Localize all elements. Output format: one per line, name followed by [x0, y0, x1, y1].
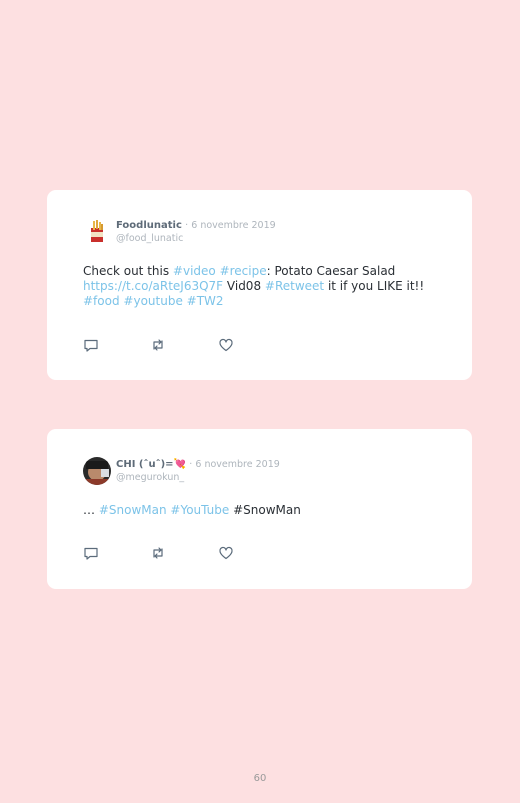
- tweet-date[interactable]: 6 novembre 2019: [195, 459, 279, 470]
- hashtag-link[interactable]: #food: [83, 294, 120, 308]
- hashtag-link[interactable]: #SnowMan: [99, 503, 167, 517]
- date-separator: ·: [185, 220, 189, 231]
- author-handle[interactable]: @food_lunatic: [116, 232, 276, 245]
- page-number: 60: [253, 773, 267, 784]
- tweet-meta: CHI (ˆuˆ)=💘 · 6 novembre 2019 @megurokun…: [116, 458, 280, 484]
- tweet-text: Check out this #video #recipe: Potato Ca…: [83, 264, 443, 309]
- tweet-text: … #SnowMan #YouTube #SnowMan: [83, 503, 443, 518]
- tweet-date[interactable]: 6 novembre 2019: [191, 220, 275, 231]
- tweet-text-segment: Check out this: [83, 264, 173, 278]
- author-name[interactable]: CHI (ˆuˆ)=💘: [116, 459, 186, 470]
- url-link[interactable]: https://t.co/aRteJ63Q7F: [83, 279, 223, 293]
- tweet-text-segment: it if you LIKE it!!: [324, 279, 425, 293]
- hashtag-link[interactable]: #recipe: [220, 264, 267, 278]
- like-icon[interactable]: [218, 545, 234, 561]
- reply-icon[interactable]: [83, 545, 99, 561]
- date-separator: ·: [189, 459, 193, 470]
- avatar[interactable]: [83, 218, 111, 246]
- hashtag-link[interactable]: #Retweet: [265, 279, 324, 293]
- tweet-text-segment: #SnowMan: [229, 503, 301, 517]
- tweet-card: Foodlunatic · 6 novembre 2019 @food_luna…: [47, 190, 472, 380]
- hashtag-link[interactable]: #video: [173, 264, 216, 278]
- author-handle[interactable]: @megurokun_: [116, 471, 280, 484]
- retweet-icon[interactable]: [150, 545, 166, 561]
- author-name[interactable]: Foodlunatic: [116, 220, 182, 231]
- tweet-text-segment: …: [83, 503, 99, 517]
- hashtag-link[interactable]: #YouTube: [170, 503, 229, 517]
- tweet-card: CHI (ˆuˆ)=💘 · 6 novembre 2019 @megurokun…: [47, 429, 472, 589]
- retweet-icon[interactable]: [150, 337, 166, 353]
- tweet-meta: Foodlunatic · 6 novembre 2019 @food_luna…: [116, 219, 276, 245]
- reply-icon[interactable]: [83, 337, 99, 353]
- avatar[interactable]: [83, 457, 111, 485]
- like-icon[interactable]: [218, 337, 234, 353]
- hashtag-link[interactable]: #TW2: [187, 294, 224, 308]
- hashtag-link[interactable]: #youtube: [123, 294, 182, 308]
- tweet-text-segment: Vid08: [223, 279, 265, 293]
- tweet-text-segment: : Potato Caesar Salad: [266, 264, 396, 278]
